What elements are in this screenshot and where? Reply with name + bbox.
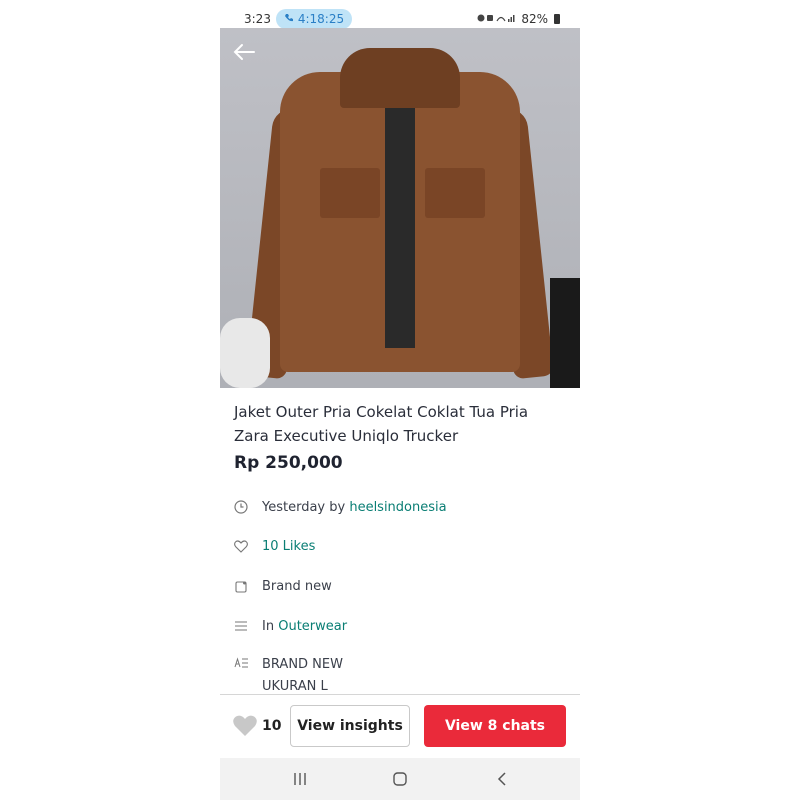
jacket-pocket-right xyxy=(425,168,485,218)
likes-link[interactable]: 10 Likes xyxy=(262,539,315,554)
home-icon[interactable] xyxy=(388,768,412,790)
jacket-pocket-left xyxy=(320,168,380,218)
phone-screen: 3:23 4:18:25 82% Jaket Outer Pria Cokela… xyxy=(220,0,580,800)
condition-row: Brand new xyxy=(232,575,562,597)
category-row: In Outerwear xyxy=(232,615,562,637)
product-photo[interactable] xyxy=(220,28,580,388)
like-count: 10 xyxy=(262,718,282,734)
description-line: BRAND NEW xyxy=(262,657,343,672)
back-arrow-icon[interactable] xyxy=(232,42,256,62)
product-price: Rp 250,000 xyxy=(234,453,343,473)
like-heart-icon[interactable] xyxy=(232,714,258,738)
battery-percent: 82% xyxy=(521,12,548,26)
product-title: Jaket Outer Pria Cokelat Coklat Tua Pria… xyxy=(234,403,529,445)
clock-icon xyxy=(232,498,250,516)
condition-text: Brand new xyxy=(262,578,332,594)
battery-icon xyxy=(554,14,560,24)
call-timer: 4:18:25 xyxy=(297,12,345,26)
jacket-shirt xyxy=(385,68,415,348)
listed-date-text: Yesterday by xyxy=(262,499,346,515)
signal-icon xyxy=(477,13,517,26)
description-row: BRAND NEW UKURAN L xyxy=(232,654,562,694)
heart-outline-icon xyxy=(232,537,250,555)
status-indicators: 82% xyxy=(477,12,560,26)
recents-icon[interactable] xyxy=(288,768,312,790)
call-timer-pill[interactable]: 4:18:25 xyxy=(276,9,352,29)
system-nav-bar xyxy=(220,758,580,800)
call-icon xyxy=(284,9,294,29)
tag-icon xyxy=(232,577,250,595)
status-bar: 3:23 4:18:25 82% xyxy=(220,0,580,30)
view-chats-button[interactable]: View 8 chats xyxy=(424,705,566,747)
divider xyxy=(220,694,580,695)
view-insights-button[interactable]: View insights xyxy=(290,705,410,747)
category-prefix: In xyxy=(262,618,275,634)
list-icon xyxy=(232,617,250,635)
seller-link[interactable]: heelsindonesia xyxy=(349,500,446,515)
likes-row[interactable]: 10 Likes xyxy=(232,535,562,557)
shoe xyxy=(220,318,270,388)
jacket-collar xyxy=(340,48,460,108)
back-icon[interactable] xyxy=(490,768,514,790)
listed-date-row: Yesterday by heelsindonesia xyxy=(232,496,562,518)
pants xyxy=(550,278,580,388)
description-icon xyxy=(232,654,250,672)
status-time: 3:23 xyxy=(244,12,271,26)
category-link[interactable]: Outerwear xyxy=(278,619,347,634)
